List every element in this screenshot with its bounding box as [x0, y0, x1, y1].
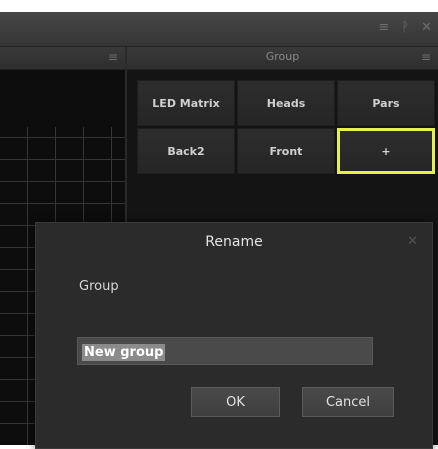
group-button-pars[interactable]: Pars — [337, 80, 435, 126]
add-group-button[interactable]: + — [337, 128, 435, 174]
group-button-back2[interactable]: Back2 — [137, 128, 235, 174]
app-window: ≡ ᚹ ✕ ≡ Group ≡ LED Matrix Heads Pars Ba… — [0, 12, 438, 449]
window-controls: ≡ ᚹ ✕ — [378, 20, 432, 36]
rename-dialog: Rename ✕ Group New group OK Cancel — [35, 222, 433, 449]
group-button-led-matrix[interactable]: LED Matrix — [137, 80, 235, 126]
dialog-title: Rename — [205, 234, 263, 250]
group-name-value[interactable]: New group — [82, 344, 166, 361]
group-button-grid: LED Matrix Heads Pars Back2 Front + — [137, 80, 435, 174]
left-panel-header: ≡ — [0, 47, 125, 70]
close-icon[interactable]: ✕ — [407, 234, 418, 249]
panel-title: Group — [265, 50, 300, 63]
group-name-input[interactable]: New group — [77, 337, 373, 365]
group-button-front[interactable]: Front — [237, 128, 335, 174]
menu-icon[interactable]: ≡ — [378, 20, 389, 36]
window-titlebar: ≡ ᚹ ✕ — [0, 12, 438, 47]
group-button-heads[interactable]: Heads — [237, 80, 335, 126]
group-label: Group — [79, 279, 119, 294]
pin-icon[interactable]: ᚹ — [401, 20, 409, 36]
ok-button[interactable]: OK — [191, 387, 280, 417]
close-icon[interactable]: ✕ — [421, 20, 432, 36]
menu-icon[interactable]: ≡ — [421, 50, 431, 64]
dialog-titlebar: Rename ✕ — [36, 223, 432, 261]
cancel-button[interactable]: Cancel — [302, 387, 394, 417]
group-panel-header: Group ≡ — [127, 47, 438, 70]
menu-icon[interactable]: ≡ — [108, 50, 118, 64]
